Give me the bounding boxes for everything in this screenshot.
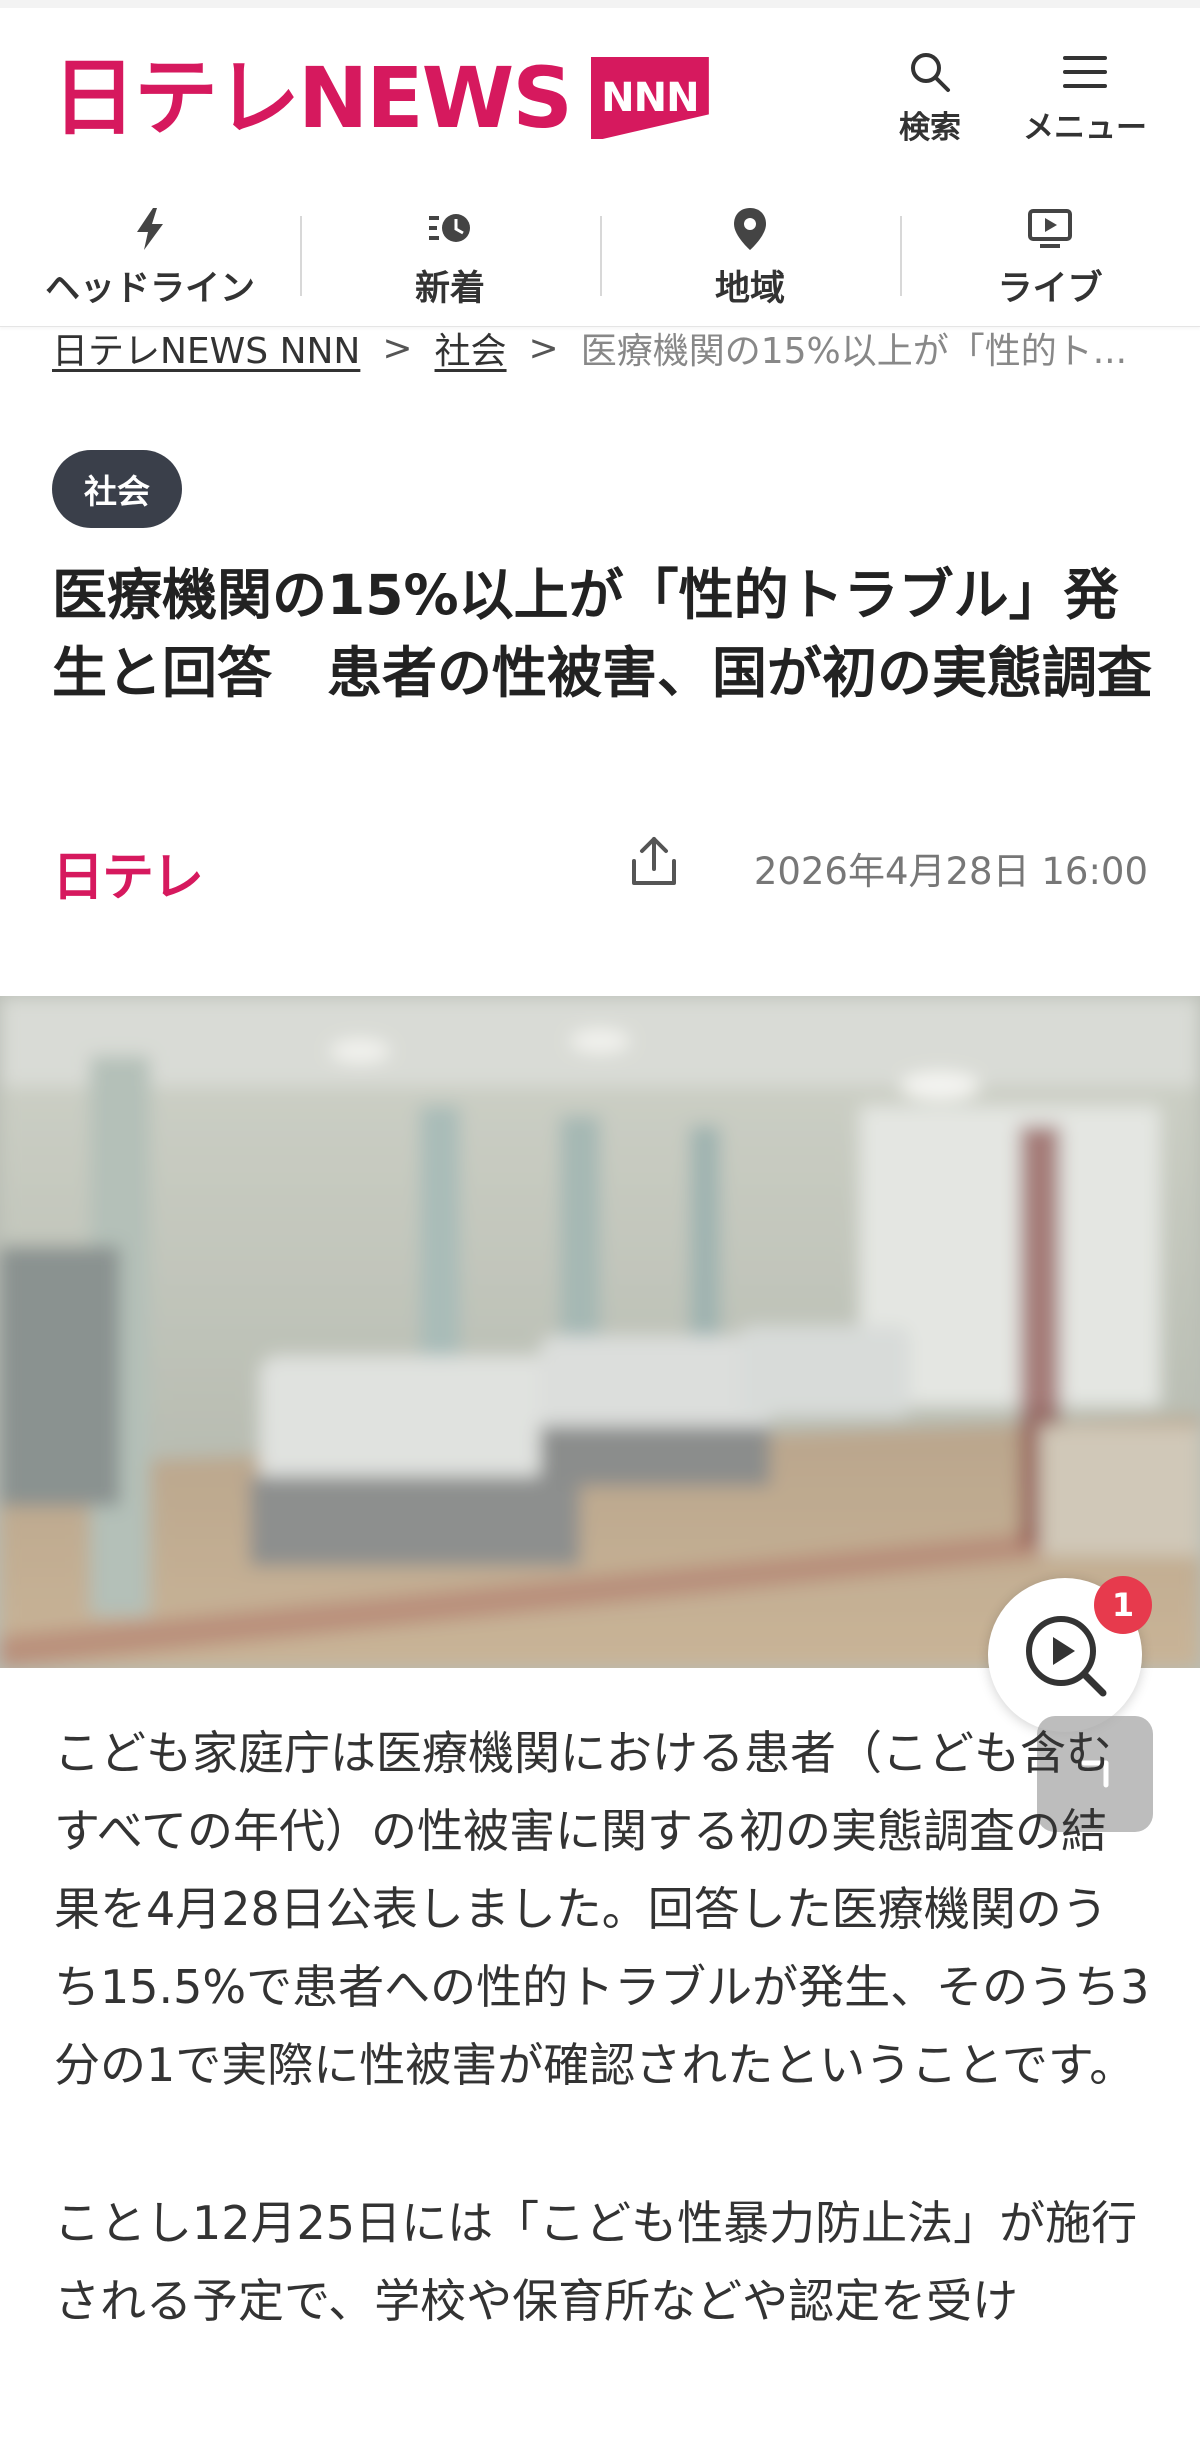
category-badge[interactable]: 社会: [52, 450, 182, 528]
nav-item-latest[interactable]: 新着: [300, 190, 600, 326]
nav-item-region[interactable]: 地域: [600, 190, 900, 326]
map-pin-icon: [734, 207, 766, 250]
breadcrumb-separator: >: [528, 327, 559, 369]
article-paragraph: こども家庭庁は医療機関における患者（こども含むすべての年代）の性被害に関する初の…: [54, 1726, 1150, 2092]
source-logo: 日テレ: [52, 848, 204, 908]
hospital-ward-image: [0, 996, 1200, 1668]
article-paragraph: ことし12月25日には「こども性暴力防止法」が施行される予定で、学校や保育所など…: [54, 2196, 1138, 2328]
logo-nnn-badge: NNN: [590, 57, 709, 139]
breadcrumb-separator: >: [382, 327, 413, 369]
status-strip: [0, 0, 1200, 8]
nav-item-label: 地域: [714, 268, 785, 309]
category-nav: ヘッドライン 新着 地域 ライブ: [0, 190, 1200, 327]
notification-badge: 1: [1094, 1576, 1152, 1634]
article-body: こども家庭庁は医療機関における患者（こども含むすべての年代）の性被害に関する初の…: [54, 1714, 1150, 2420]
nav-item-label: ライブ: [997, 268, 1103, 309]
search-button[interactable]: 検索: [880, 48, 980, 147]
hamburger-icon: [1063, 56, 1107, 88]
breadcrumb-current: 医療機関の15%以上が「性的ト...: [580, 331, 1128, 372]
clock-icon: [429, 213, 470, 242]
nav-item-label: 新着: [414, 268, 485, 309]
share-icon[interactable]: [624, 831, 684, 891]
nav-item-headline[interactable]: ヘッドライン: [0, 190, 300, 326]
menu-label: メニュー: [1023, 110, 1147, 146]
breadcrumb-category-link[interactable]: 社会: [435, 322, 507, 374]
nav-item-live[interactable]: ライブ: [900, 190, 1200, 326]
article-date: 2026年4月28日 16:00: [753, 850, 1148, 893]
search-icon: [911, 53, 950, 92]
breadcrumb-home-link[interactable]: 日テレNEWS NNN: [52, 322, 360, 374]
article-meta: 日テレ 2026年4月28日 16:00: [52, 825, 1148, 908]
article-title: 医療機関の15%以上が「性的トラブル」発生と回答 患者の性被害、国が初の実態調査: [52, 563, 1153, 705]
breadcrumb: 日テレNEWS NNN > 社会 > 医療機関の15%以上が「性的ト...: [52, 318, 1152, 378]
site-logo[interactable]: 日テレNEWS NNN: [52, 48, 709, 148]
search-label: 検索: [899, 110, 961, 146]
play-screen-icon: [1028, 208, 1072, 248]
menu-button[interactable]: メニュー: [1010, 48, 1160, 147]
site-header: 日テレNEWS NNN 検索 メニュー: [0, 8, 1200, 190]
logo-text: 日テレNEWS: [52, 49, 573, 147]
flash-icon: [137, 207, 163, 250]
nav-item-label: ヘッドライン: [44, 268, 255, 309]
article-photo: [0, 996, 1200, 1668]
